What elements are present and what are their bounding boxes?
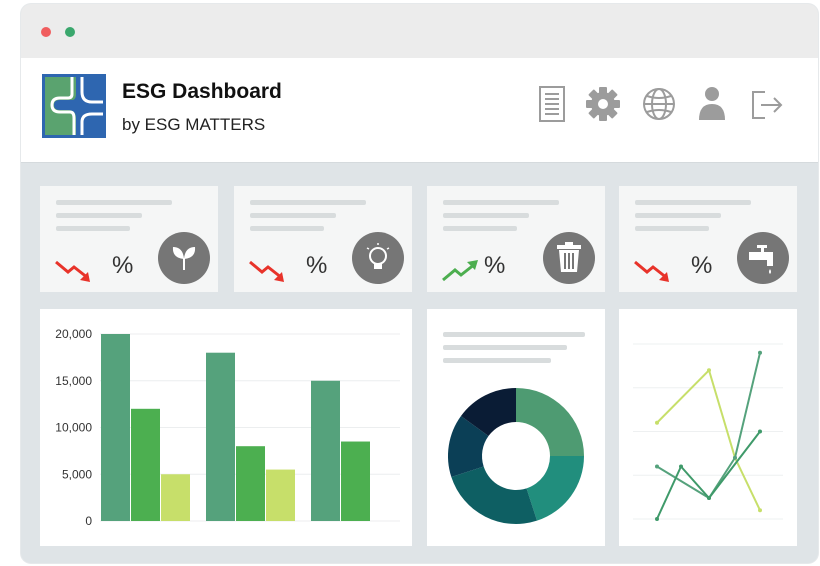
data-point	[758, 429, 762, 434]
y-tick-label: 20,000	[55, 327, 92, 341]
line-chart-panel	[619, 309, 797, 546]
bar	[161, 474, 190, 521]
app-subtitle: by ESG MATTERS	[122, 115, 266, 134]
percent-label: %	[691, 252, 713, 279]
placeholder-text-line	[635, 200, 751, 205]
app-window: ESG Dashboard by ESG MATTERS % % % % 0 5…	[21, 4, 818, 563]
data-point	[655, 420, 659, 425]
kpi-card[interactable]: %	[619, 186, 797, 292]
placeholder-text-line	[443, 226, 517, 231]
bar	[236, 446, 265, 521]
percent-label: %	[306, 252, 328, 279]
data-point	[758, 350, 762, 355]
placeholder-text-line	[56, 200, 172, 205]
trend-down-icon	[249, 260, 284, 282]
kpi-card[interactable]: %	[40, 186, 218, 292]
bar	[206, 352, 235, 521]
leaf-icon	[158, 232, 210, 284]
percent-label: %	[484, 252, 506, 279]
user-icon[interactable]	[694, 84, 730, 124]
placeholder-text-line	[443, 213, 529, 218]
data-point	[707, 368, 711, 373]
line-chart	[633, 343, 783, 521]
y-tick-label: 15,000	[55, 374, 92, 388]
trend-up-icon	[442, 260, 478, 282]
trend-down-icon	[634, 260, 669, 282]
data-point	[758, 508, 762, 513]
placeholder-text-line	[635, 213, 721, 218]
placeholder-text-line	[250, 200, 366, 205]
data-point	[707, 496, 711, 500]
app-title: ESG Dashboard	[122, 80, 282, 103]
trash-icon	[543, 232, 595, 284]
bar	[341, 441, 370, 521]
trend-down-icon	[55, 260, 90, 282]
esg-logo	[42, 74, 106, 138]
maximize-window-button[interactable]	[65, 27, 75, 37]
placeholder-text-line	[635, 226, 709, 231]
data-point	[655, 464, 659, 469]
lightbulb-icon	[352, 232, 404, 284]
app-header: ESG Dashboard by ESG MATTERS	[21, 58, 818, 163]
data-point	[679, 464, 683, 469]
logout-icon[interactable]	[747, 84, 783, 124]
placeholder-text-line	[250, 213, 336, 218]
donut-slice	[451, 466, 538, 524]
placeholder-text-line	[56, 226, 130, 231]
donut-slice	[526, 456, 584, 521]
kpi-card[interactable]: %	[234, 186, 412, 292]
y-tick-label: 5,000	[62, 467, 92, 481]
document-icon[interactable]	[534, 84, 570, 124]
data-point	[655, 517, 659, 521]
donut-chart-panel	[427, 309, 605, 546]
y-tick-label: 10,000	[55, 421, 92, 435]
faucet-icon	[737, 232, 789, 284]
data-point	[733, 455, 737, 460]
percent-label: %	[112, 252, 134, 279]
bar-chart: 0 5,000 10,000 15,000 20,000	[55, 327, 400, 528]
donut-chart	[448, 388, 584, 524]
close-window-button[interactable]	[41, 27, 51, 37]
donut-slice	[516, 388, 584, 456]
placeholder-text-line	[56, 213, 142, 218]
series-line	[656, 368, 761, 511]
bar	[131, 408, 160, 521]
y-tick-label: 0	[85, 514, 92, 528]
kpi-card[interactable]: %	[427, 186, 605, 292]
gear-icon[interactable]	[585, 84, 621, 124]
bar	[311, 380, 340, 521]
placeholder-text-line	[443, 200, 559, 205]
bar	[266, 469, 295, 521]
title-bar	[21, 4, 818, 58]
bar-chart-panel: 0 5,000 10,000 15,000 20,000	[40, 309, 412, 546]
placeholder-text-line	[250, 226, 324, 231]
globe-icon[interactable]	[641, 84, 677, 124]
bar	[101, 334, 130, 521]
